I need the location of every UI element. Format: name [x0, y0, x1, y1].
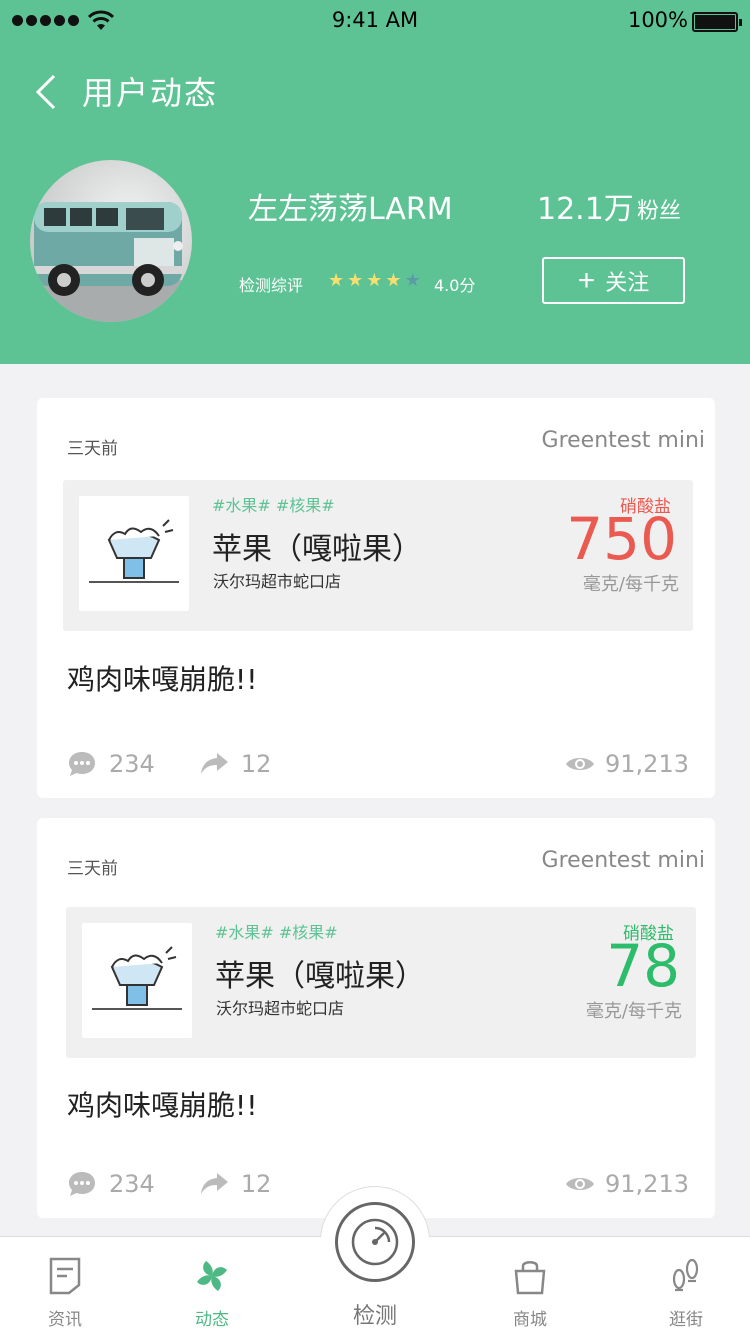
- nitrate-unit: 毫克/每千克: [585, 1001, 682, 1022]
- avatar[interactable]: [30, 160, 192, 322]
- device-name: Greentest mini: [541, 848, 705, 873]
- plus-icon: +: [577, 263, 596, 297]
- post-time: 三天前: [67, 439, 118, 459]
- comment-button[interactable]: 234: [67, 1170, 155, 1198]
- view-stat: 91,213: [565, 750, 689, 778]
- product-tags[interactable]: #水果# #核果#: [212, 492, 335, 516]
- tab-detect-label: 检测: [352, 1304, 397, 1329]
- view-stat: 91,213: [565, 1170, 689, 1198]
- star-filled-icon: ★: [328, 270, 345, 291]
- tab-mall[interactable]: 商城: [470, 1237, 590, 1334]
- cup-illustration-icon: [89, 519, 179, 583]
- eye-icon: [566, 1178, 595, 1190]
- view-count: 91,213: [605, 750, 689, 778]
- rating-score: 4.0分: [434, 276, 476, 295]
- back-chevron-icon[interactable]: [32, 72, 62, 112]
- nitrate-unit: 毫克/每千克: [582, 574, 679, 595]
- fans-count: 12.1万: [537, 192, 634, 227]
- tab-feed[interactable]: 动态: [152, 1237, 272, 1334]
- comment-bubble-icon: [69, 1172, 95, 1196]
- view-count: 91,213: [605, 1170, 689, 1198]
- star-filled-icon: ★: [366, 270, 383, 291]
- profile-header: 9:41 AM 100% 用户动态 左左荡荡LARM 12.1万 粉丝 检测综评…: [0, 0, 750, 364]
- post-stats: 234 12: [67, 750, 315, 778]
- test-result-box[interactable]: #水果# #核果# 苹果（嘎啦果） 沃尔玛超市蛇口店 硝酸盐 750 毫克/每千…: [63, 480, 693, 631]
- tab-news[interactable]: 资讯: [5, 1237, 125, 1334]
- footprints-icon: [672, 1258, 699, 1292]
- tab-label: 逛街: [669, 1310, 703, 1330]
- star-empty-icon: ★: [404, 270, 421, 291]
- product-name: 苹果（嘎啦果）: [212, 532, 422, 567]
- battery-icon: [692, 12, 742, 32]
- news-icon: [49, 1257, 81, 1295]
- tab-label: 资讯: [48, 1310, 82, 1330]
- comment-button[interactable]: 234: [67, 750, 155, 778]
- follow-button[interactable]: + 关注: [542, 257, 685, 304]
- share-count: 12: [240, 1170, 272, 1198]
- username: 左左荡荡LARM: [248, 192, 453, 227]
- pinwheel-icon: [197, 1261, 227, 1291]
- tab-explore[interactable]: 逛街: [626, 1237, 746, 1334]
- follow-label: 关注: [605, 269, 650, 295]
- vintage-bus-image: [30, 202, 192, 322]
- eye-icon: [566, 758, 595, 770]
- shopping-bag-icon: [514, 1261, 546, 1295]
- status-bar: 9:41 AM 100%: [0, 0, 750, 44]
- fans-label: 粉丝: [637, 199, 682, 224]
- page-title: 用户动态: [82, 74, 219, 112]
- nitrate-value: 78: [606, 932, 680, 1000]
- post-text: 鸡肉味嘎崩脆!!: [67, 1089, 258, 1122]
- share-button[interactable]: 12: [199, 1170, 272, 1198]
- detector-icon: [351, 1218, 399, 1266]
- comment-count: 234: [109, 1170, 155, 1198]
- product-tags[interactable]: #水果# #核果#: [215, 919, 338, 943]
- rating-label: 检测综评: [239, 276, 304, 295]
- store-name: 沃尔玛超市蛇口店: [216, 999, 345, 1018]
- tab-label: 动态: [195, 1310, 229, 1330]
- tab-detect-button[interactable]: [335, 1202, 415, 1282]
- tab-label: 商城: [513, 1310, 547, 1330]
- post-card[interactable]: 三天前 Greentest mini #水果# #核果# 苹果（嘎啦果） 沃尔玛…: [37, 818, 715, 1218]
- share-arrow-icon: [200, 753, 228, 774]
- post-stats: 234 12: [67, 1170, 315, 1198]
- device-name: Greentest mini: [541, 428, 705, 453]
- post-text: 鸡肉味嘎崩脆!!: [67, 663, 258, 696]
- share-button[interactable]: 12: [199, 750, 272, 778]
- rating-stars: ★ ★ ★ ★ ★: [328, 270, 421, 291]
- share-count: 12: [240, 750, 272, 778]
- nitrate-value: 750: [566, 505, 677, 573]
- cup-illustration-icon: [92, 946, 182, 1010]
- comment-count: 234: [109, 750, 155, 778]
- product-thumbnail: [79, 496, 189, 611]
- battery-percentage: 100%: [627, 8, 688, 32]
- product-thumbnail: [82, 923, 192, 1038]
- product-name: 苹果（嘎啦果）: [215, 959, 425, 994]
- post-card[interactable]: 三天前 Greentest mini #水果# #核果# 苹果（嘎啦果） 沃尔玛…: [37, 398, 715, 798]
- post-time: 三天前: [67, 859, 118, 879]
- comment-bubble-icon: [69, 752, 95, 776]
- star-filled-icon: ★: [385, 270, 402, 291]
- star-filled-icon: ★: [347, 270, 364, 291]
- share-arrow-icon: [200, 1173, 228, 1194]
- test-result-box[interactable]: #水果# #核果# 苹果（嘎啦果） 沃尔玛超市蛇口店 硝酸盐 78 毫克/每千克: [66, 907, 696, 1058]
- store-name: 沃尔玛超市蛇口店: [213, 572, 342, 591]
